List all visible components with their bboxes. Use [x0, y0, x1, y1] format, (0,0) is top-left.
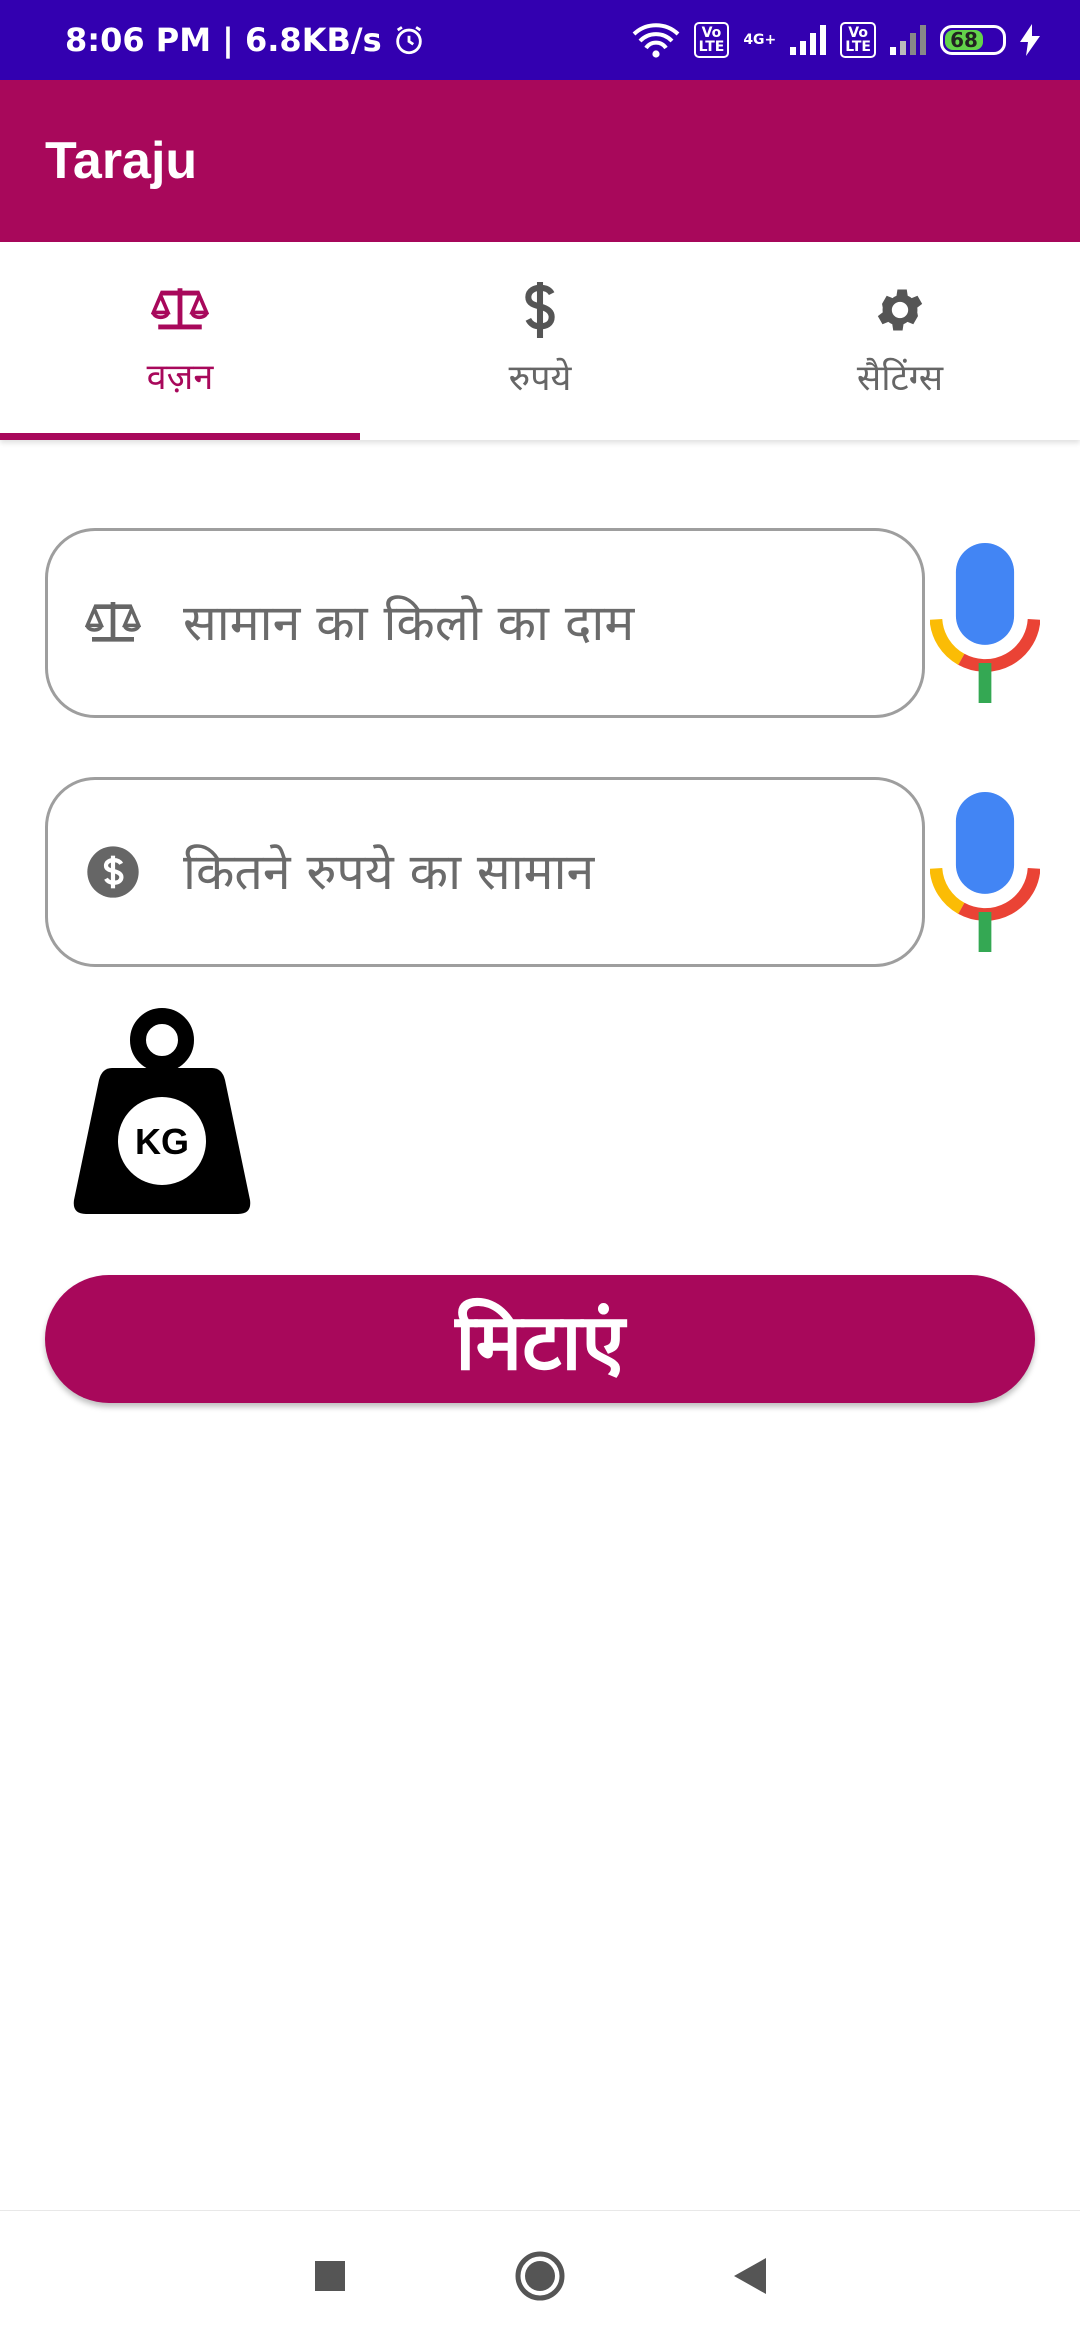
- tab-weight[interactable]: वज़न: [0, 242, 360, 440]
- tab-rupees[interactable]: रुपये: [360, 242, 720, 440]
- app-bar: Taraju: [0, 80, 1080, 242]
- kg-label: KG: [135, 1121, 189, 1162]
- scale-icon: [83, 593, 143, 653]
- battery-icon: 68: [940, 25, 1006, 55]
- price-per-kg-input[interactable]: [183, 594, 883, 652]
- price-per-kg-row: [45, 528, 1045, 718]
- square-icon: [315, 2260, 345, 2291]
- microphone-icon: [930, 543, 1040, 703]
- clear-button[interactable]: मिटाएं: [45, 1275, 1035, 1403]
- wifi-icon: [632, 23, 679, 58]
- amount-input[interactable]: [183, 843, 883, 901]
- recents-button[interactable]: [300, 2246, 360, 2306]
- circle-icon: [515, 2251, 565, 2300]
- tab-weight-label: वज़न: [146, 356, 214, 398]
- mic-button-amount[interactable]: [925, 787, 1045, 957]
- status-time-speed: 8:06 PM | 6.8KB/s: [65, 21, 382, 59]
- volte-badge-2: Vo LTE: [840, 22, 876, 58]
- battery-level: 68: [945, 28, 984, 52]
- kg-weight-image: KG: [72, 1008, 252, 1218]
- alarm-icon: [395, 26, 422, 55]
- volte-badge-1: Vo LTE: [693, 22, 730, 58]
- status-bar: 8:06 PM | 6.8KB/s Vo LTE 4G+ Vo LTE 68: [0, 0, 1080, 80]
- signal-icon-1: [790, 25, 827, 55]
- dollar-circle-icon: [83, 842, 143, 902]
- back-triangle-icon: [734, 2257, 766, 2294]
- dollar-icon: [525, 281, 555, 338]
- app-title: Taraju: [45, 132, 198, 190]
- amount-field[interactable]: [45, 777, 925, 967]
- back-button[interactable]: [720, 2246, 780, 2306]
- tab-settings-label: सैटिंग्स: [856, 357, 944, 399]
- tab-rupees-label: रुपये: [508, 357, 572, 399]
- tab-bar: वज़न रुपये सैटिंग्स: [0, 242, 1080, 440]
- tab-indicator: [0, 433, 360, 440]
- microphone-icon: [930, 792, 1040, 952]
- signal-icon-2: [890, 25, 926, 55]
- tab-settings[interactable]: सैटिंग्स: [720, 242, 1080, 440]
- navigation-bar: [0, 2210, 1080, 2340]
- scale-icon: [151, 287, 209, 329]
- price-per-kg-field[interactable]: [45, 528, 925, 718]
- charging-icon: [1020, 24, 1040, 56]
- network-type: 4G+: [743, 32, 777, 48]
- amount-row: [45, 777, 1045, 967]
- gear-icon: [877, 288, 923, 331]
- home-button[interactable]: [510, 2246, 570, 2306]
- mic-button-price[interactable]: [925, 538, 1045, 708]
